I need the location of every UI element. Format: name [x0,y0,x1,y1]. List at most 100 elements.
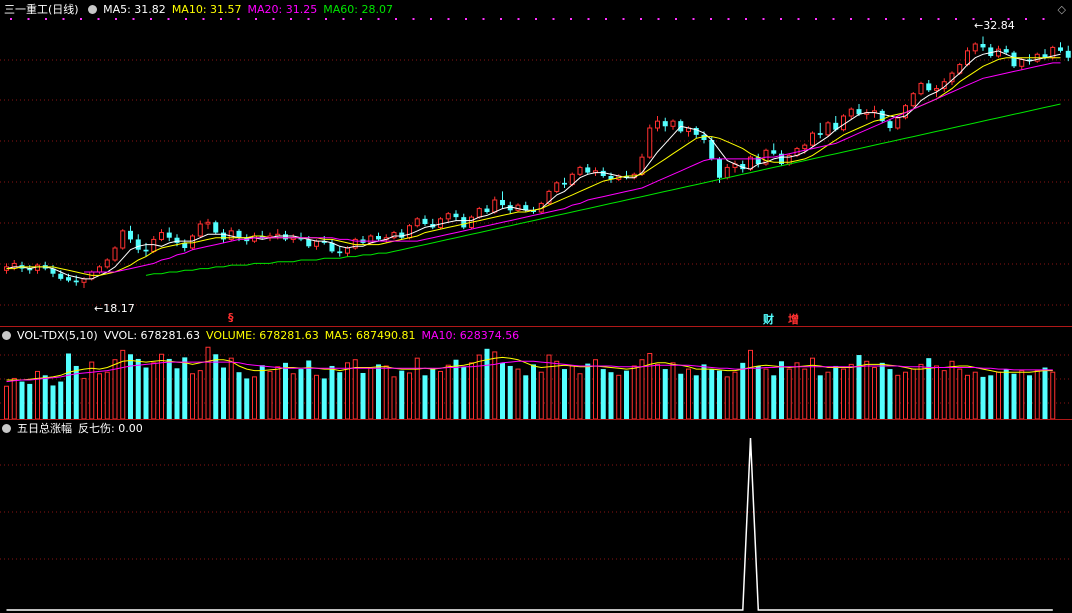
volume-bar-up [314,374,319,419]
candle-up [647,127,653,158]
marker-dot [605,18,607,20]
candle-down [376,236,381,240]
volume-bar-up [957,368,963,419]
candle-up [407,225,412,239]
marker-dot [640,18,642,20]
volume-bar-down [1011,373,1017,419]
volume-settings-icon[interactable] [2,331,11,340]
marker-dot [395,18,397,20]
price-chart[interactable] [0,0,1072,326]
volume-bar-down [833,365,839,419]
candle-up [670,120,676,127]
candle-up [11,262,17,268]
indicator-settings-icon[interactable] [2,424,11,433]
marker-dot [762,18,765,20]
volume-bar-down [740,362,746,419]
marker-dot [780,18,782,20]
marker-dot [535,18,537,20]
marker-dot [97,18,100,20]
marker-dot [150,18,152,20]
vol-ma10-value: MA10: 628374.56 [421,329,520,342]
volume-bar-down [988,375,994,419]
marker-dot [570,18,572,20]
volume-bar-up [872,367,877,419]
volume-bar-down [19,381,25,419]
volume-bar-up [655,363,660,419]
marker-dot [412,18,415,20]
marker-dot [867,18,870,20]
vol-ma5-value: MA5: 687490.81 [324,329,416,342]
candle-down [1058,47,1063,51]
candle-up [972,43,978,52]
volume-bar-down [422,375,428,419]
candle-down [662,121,668,127]
volume-bar-up [275,366,281,419]
marker-dot [465,18,467,20]
candle-up [724,166,730,179]
ma60-value: MA60: 28.07 [323,3,393,16]
volume-bar-up [4,385,9,419]
price-legend: 三一重工(日线) MA5: 31.82 MA10: 31.57 MA20: 31.2… [2,3,399,16]
volume-bar-down [755,365,761,419]
volume-bar-up [205,346,211,419]
volume-bar-down [1027,375,1032,419]
volume-bar-up [794,362,800,419]
event-marker-increase[interactable]: 增 [788,311,799,326]
marker-dot [272,18,275,20]
candle-down [422,218,428,224]
volume-bar-up [190,373,195,419]
volume-bar-up [577,373,583,419]
candle-down [135,239,141,250]
volume-bar-up [918,363,924,419]
candle-down [213,222,219,233]
candle-down [817,133,823,135]
volume-bar-up [476,354,482,419]
indicator-chart[interactable] [0,420,1072,613]
marker-dot [360,18,362,20]
volume-bar-up [383,365,389,419]
marker-dot [920,18,922,20]
volume-panel[interactable]: VOL-TDX(5,10) VVOL: 678281.63 VOLUME: 6782… [0,327,1072,419]
volume-bar-down [42,375,48,419]
volume-bar-down [1042,367,1048,419]
indicator-panel[interactable]: 五日总涨幅 反七伤: 0.00 [0,420,1072,613]
volume-bar-up [228,357,234,419]
marker-dot [552,18,555,20]
candle-up [825,122,831,136]
marker-dot [482,18,485,20]
volume-bar-down [135,358,141,419]
ma20-value: MA20: 31.25 [247,3,318,16]
settings-icon[interactable] [88,5,98,14]
volume-bar-up [965,374,970,419]
marker-dot [132,18,135,20]
volume-bar-down [66,353,71,419]
candle-down [980,44,986,48]
diamond-icon[interactable]: ◇ [1058,3,1066,16]
candle-up [197,223,203,237]
volume-bar-up [631,365,637,419]
indicator-legend: 五日总涨幅 反七伤: 0.00 [2,422,149,435]
candle-up [112,247,118,261]
event-marker-s[interactable]: § [228,311,234,324]
volume-bar-up [569,365,575,419]
candle-up [841,115,846,131]
volume-bar-down [244,378,250,419]
volume-bar-down [306,360,312,419]
volume-bar-up [732,371,738,419]
candle-down [73,280,79,283]
volume-bar-down [678,373,684,419]
candle-down [562,182,567,185]
marker-dot [500,18,502,20]
marker-dot [727,18,730,20]
marker-dot [745,18,747,20]
candle-up [895,117,901,129]
candle-down [166,232,172,238]
volume-bar-up [1050,371,1056,419]
price-panel[interactable]: 三一重工(日线) MA5: 31.82 MA10: 31.57 MA20: 31.2… [0,0,1072,326]
volume-bar-up [1019,370,1025,419]
volume-bar-down [321,378,327,419]
event-marker-finance[interactable]: 财 [763,311,774,326]
marker-dot [255,18,257,20]
volume-bar-down [58,381,64,419]
volume-bar-up [120,349,126,419]
